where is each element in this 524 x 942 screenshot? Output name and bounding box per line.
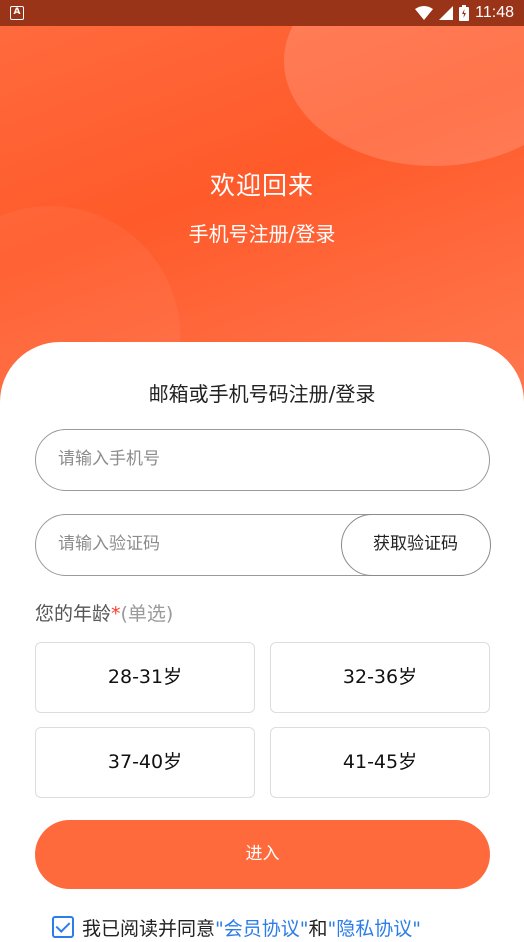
age-label: 您的年龄*(单选) [35,599,173,626]
agreement-conjunction: 和 [308,917,328,940]
status-icons: 11:48 [415,3,514,23]
age-option-41-45[interactable]: 41-45岁 [270,727,490,798]
member-agreement-link[interactable]: "会员协议" [215,914,308,941]
age-label-text: 您的年龄 [35,603,112,625]
status-time: 11:48 [475,4,514,21]
age-option-28-31[interactable]: 28-31岁 [35,642,255,713]
age-option-32-36[interactable]: 32-36岁 [270,642,490,713]
form-title: 邮箱或手机号码注册/登录 [148,382,376,406]
agreement-row: 我已阅读并同意 "会员协议" 和 "隐私协议" [52,914,421,940]
phone-input[interactable]: 请输入手机号 [35,429,490,491]
status-bar: A 11:48 [0,0,524,26]
hero-decoration [284,26,524,166]
agree-checkbox[interactable] [52,916,74,938]
battery-icon [459,5,470,21]
required-mark: * [111,603,121,625]
privacy-agreement-link[interactable]: "隐私协议" [328,914,421,941]
login-card: 邮箱或手机号码注册/登录 请输入手机号 请输入验证码 获取验证码 您的年龄*(单… [0,342,524,942]
signal-icon [439,6,454,20]
age-hint: (单选) [120,603,174,625]
enter-button[interactable]: 进入 [35,820,490,889]
code-input-placeholder: 请输入验证码 [58,534,160,554]
notification-app-icon: A [10,6,24,20]
welcome-subtitle: 手机号注册/登录 [188,222,336,246]
code-input[interactable]: 请输入验证码 获取验证码 [35,513,491,576]
agreement-prefix: 我已阅读并同意 [82,917,216,940]
phone-input-placeholder: 请输入手机号 [58,449,160,469]
wifi-icon [415,6,434,20]
get-code-button[interactable]: 获取验证码 [340,513,491,576]
welcome-title: 欢迎回来 [209,171,314,200]
age-option-37-40[interactable]: 37-40岁 [35,727,255,798]
